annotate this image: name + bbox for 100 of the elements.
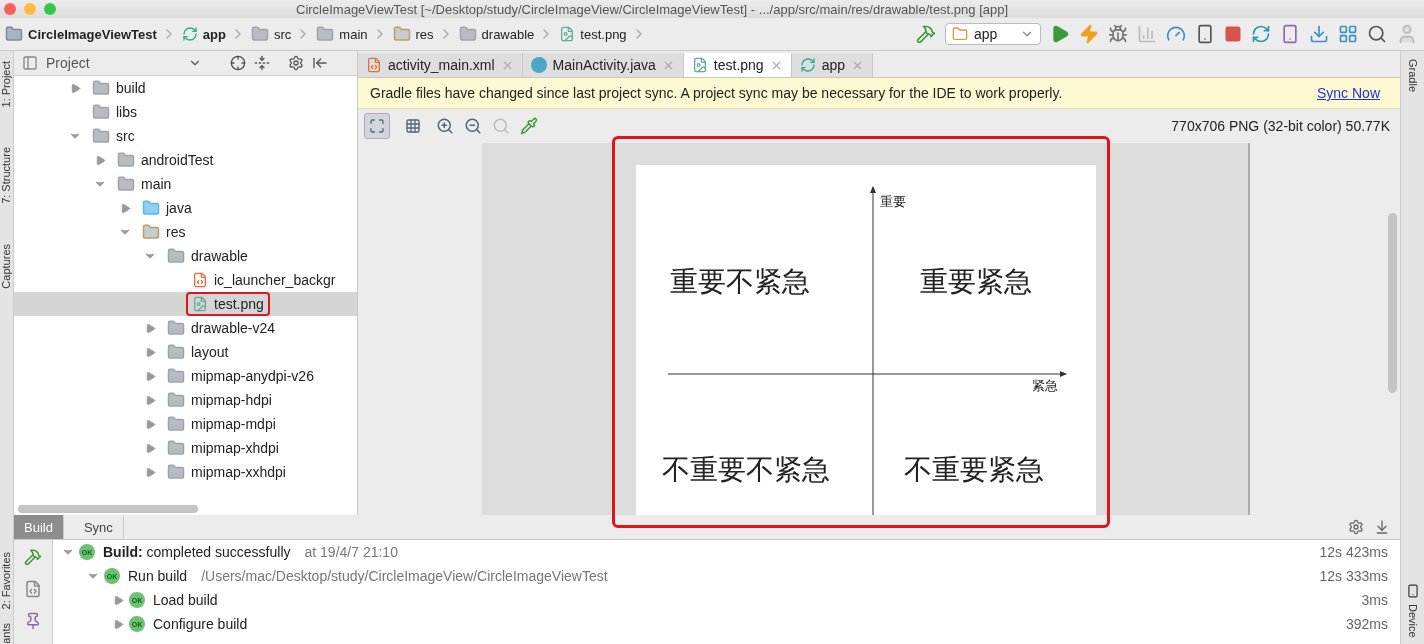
tree-item[interactable]: mipmap-xhdpi (191, 440, 279, 456)
tree-item[interactable]: main (141, 176, 172, 192)
tool-window-tab[interactable]: 2: Favorites (0, 551, 13, 610)
quadrant-label: 不重要紧急 (904, 453, 1044, 487)
folder-icon (117, 175, 135, 193)
breadcrumb[interactable]: res (387, 25, 438, 43)
sync-icon[interactable] (1251, 24, 1271, 44)
close-button[interactable] (4, 3, 16, 15)
zoom-in-icon[interactable] (436, 117, 454, 135)
class-icon (530, 57, 547, 73)
editor-tab[interactable]: test.png (683, 53, 792, 77)
profile-icon[interactable] (1137, 24, 1157, 44)
tool-window-tab[interactable]: Gradle (1406, 59, 1419, 93)
grid-icon[interactable] (405, 118, 421, 134)
debug-icon[interactable] (1108, 24, 1128, 44)
editor-tab[interactable]: activity_main.xml (358, 53, 523, 77)
background-toggle-button[interactable] (364, 113, 390, 139)
tool-window-tab[interactable]: 7: Structure (0, 147, 13, 205)
hammer-icon[interactable] (24, 548, 42, 566)
tree-item[interactable]: drawable (191, 248, 248, 264)
build-duration: 392ms (1345, 616, 1388, 632)
panel-icon (22, 55, 38, 71)
settings-icon[interactable] (287, 55, 304, 71)
tree-item[interactable]: ic_launcher_backgr (214, 272, 336, 288)
zoom-button[interactable] (44, 3, 56, 15)
hide-panel-icon[interactable] (1374, 519, 1390, 535)
tree-item[interactable]: libs (116, 104, 137, 120)
build-step[interactable]: Configure build (153, 616, 248, 632)
hide-panel-icon[interactable] (311, 55, 328, 71)
build-panel-tab[interactable]: Sync (73, 515, 124, 539)
tree-item[interactable]: drawable-v24 (191, 320, 276, 336)
folder-icon (392, 25, 411, 43)
xml-file-icon (192, 272, 208, 288)
folder-icon (117, 151, 135, 169)
color-picker-icon[interactable] (520, 117, 538, 135)
build-duration: 12s 333ms (1319, 568, 1388, 584)
build-duration: 12s 423ms (1319, 544, 1388, 560)
breadcrumb[interactable]: src (246, 25, 296, 43)
folder-icon (167, 391, 185, 409)
tool-window-tab[interactable]: 1: Project (0, 61, 13, 108)
actual-size-icon[interactable] (492, 117, 510, 135)
toggle-view-icon[interactable] (24, 580, 42, 598)
tool-window-tab[interactable]: Captures (0, 244, 13, 289)
lightning-icon[interactable] (1079, 24, 1099, 44)
phone-icon[interactable] (1405, 584, 1420, 599)
folder-icon (92, 79, 110, 97)
stop-icon[interactable] (1224, 25, 1242, 43)
tree-item[interactable]: mipmap-anydpi-v26 (191, 368, 314, 384)
breadcrumb[interactable]: test.png (554, 26, 631, 42)
build-duration: 3ms (1361, 592, 1388, 608)
phone-icon[interactable] (1280, 24, 1300, 44)
tree-item[interactable]: res (166, 224, 186, 240)
tree-item[interactable]: mipmap-mdpi (191, 416, 276, 432)
build-step[interactable]: Build: completed successfully (103, 544, 291, 560)
run-config-dropdown[interactable]: app (945, 23, 1041, 45)
breadcrumb[interactable]: drawable (453, 25, 539, 43)
editor-tab[interactable]: MainActivity.java (522, 53, 684, 77)
crosshair-icon[interactable] (229, 55, 246, 71)
tree-item[interactable]: java (166, 200, 192, 216)
panel-title[interactable]: Project (46, 55, 90, 71)
settings-icon[interactable] (1348, 519, 1364, 535)
pin-icon[interactable] (24, 612, 42, 630)
tree-item[interactable]: src (116, 128, 135, 144)
download-icon[interactable] (1309, 24, 1329, 44)
axis-label: 紧急 (1032, 377, 1058, 395)
folder-icon (142, 223, 160, 241)
frame-icon (369, 118, 385, 134)
xml-file-icon (366, 57, 382, 73)
folder-icon (167, 319, 185, 337)
breadcrumb[interactable]: CircleImageViewTest (0, 25, 161, 43)
scrollbar-thumb[interactable] (18, 505, 198, 513)
breadcrumb[interactable]: main (311, 25, 372, 43)
phone-icon[interactable] (1195, 24, 1215, 44)
folder-icon (251, 25, 269, 43)
sync-now-link[interactable]: Sync Now (1316, 85, 1380, 101)
collapse-all-icon[interactable] (253, 55, 270, 71)
editor-tab[interactable]: app (791, 53, 873, 77)
tree-item[interactable]: layout (191, 344, 229, 360)
zoom-out-icon[interactable] (464, 117, 482, 135)
grid-icon[interactable] (1338, 24, 1358, 44)
breadcrumb[interactable]: app (176, 26, 230, 42)
build-step[interactable]: Run build (128, 568, 188, 584)
build-step[interactable]: Load build (153, 592, 218, 608)
scrollbar-thumb[interactable] (1388, 213, 1397, 393)
tree-item[interactable]: mipmap-xxhdpi (191, 464, 286, 480)
folder-icon (92, 127, 110, 145)
hammer-icon[interactable] (916, 24, 936, 44)
run-icon[interactable] (1050, 24, 1070, 44)
quadrant-label: 重要紧急 (920, 265, 1032, 299)
tool-window-tab[interactable]: Device (1406, 604, 1419, 638)
folder-icon (167, 367, 185, 385)
folder-icon (167, 343, 185, 361)
folder-icon (167, 463, 185, 481)
tree-item[interactable]: androidTest (141, 152, 214, 168)
tree-item[interactable]: mipmap-hdpi (191, 392, 272, 408)
search-icon[interactable] (1367, 24, 1387, 44)
tree-item[interactable]: build (116, 80, 146, 96)
gauge-icon[interactable] (1166, 24, 1186, 44)
tool-window-tab[interactable]: ants (0, 623, 13, 644)
quadrant-label: 不重要不紧急 (662, 453, 830, 487)
